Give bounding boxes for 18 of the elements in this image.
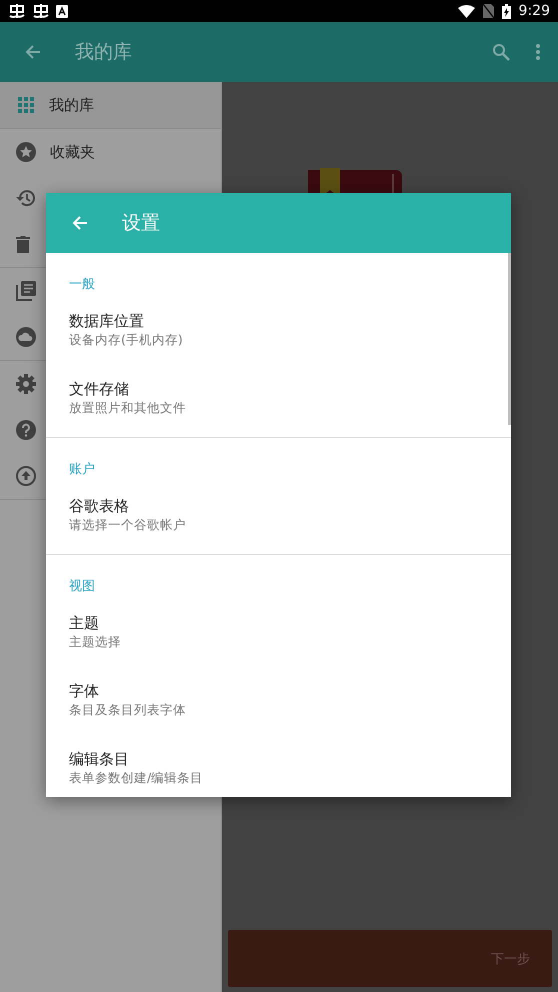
preference-title: 编辑条目 xyxy=(69,749,129,769)
section-header: 视图 xyxy=(68,578,96,596)
preference-summary: 表单参数创建/编辑条目 xyxy=(69,769,204,787)
preference-summary: 主题选择 xyxy=(69,633,121,651)
preference-summary: 放置照片和其他文件 xyxy=(69,399,186,417)
preference-summary: 设备内存(手机内存) xyxy=(69,331,183,349)
preference-title: 主题 xyxy=(69,613,99,633)
preference-title: 字体 xyxy=(69,681,99,701)
preference-summary: 条目及条目列表字体 xyxy=(69,701,186,719)
preference-title: 数据库位置 xyxy=(69,311,144,331)
section-header: 账户 xyxy=(68,461,96,479)
preference-title: 文件存储 xyxy=(69,379,129,399)
dialog-title: 设置 xyxy=(122,211,160,236)
clock: 9:29 xyxy=(518,3,550,19)
section-header: 一般 xyxy=(68,276,96,294)
preference-title: 谷歌表格 xyxy=(69,496,129,516)
app-bar-title: 我的库 xyxy=(75,40,133,65)
preference-summary: 请选择一个谷歌帐户 xyxy=(69,516,186,534)
